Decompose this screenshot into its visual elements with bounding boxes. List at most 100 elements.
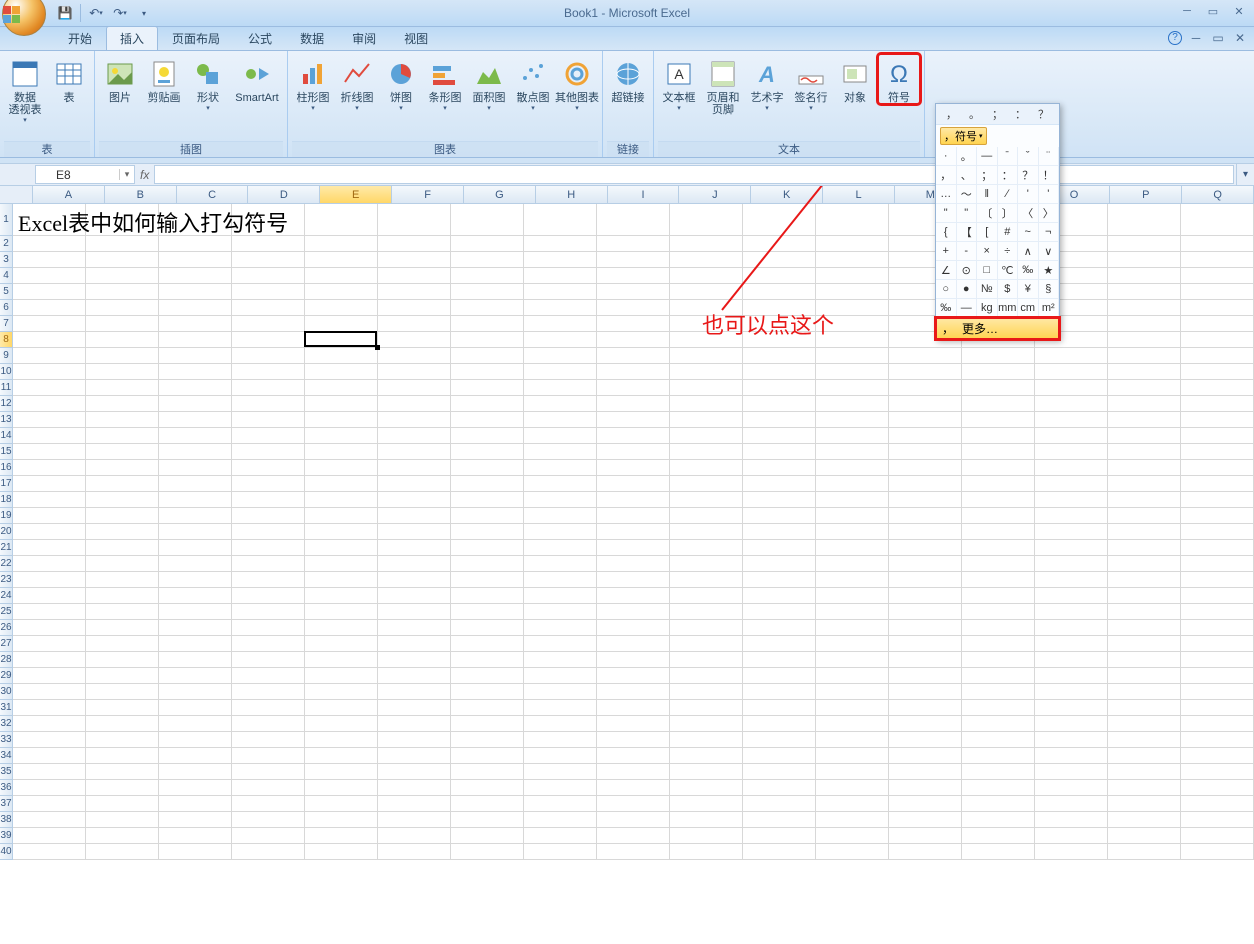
cell[interactable] (670, 572, 743, 588)
cell[interactable] (816, 828, 889, 844)
cell[interactable] (962, 396, 1035, 412)
symbol-cell[interactable]: ˉ (998, 147, 1019, 166)
cell[interactable] (524, 428, 597, 444)
cell[interactable] (1108, 396, 1181, 412)
cell[interactable] (524, 684, 597, 700)
cell[interactable] (1108, 236, 1181, 252)
cell[interactable] (232, 684, 305, 700)
cell[interactable] (1108, 684, 1181, 700)
row-header-22[interactable]: 22 (0, 556, 13, 572)
cell[interactable] (1108, 268, 1181, 284)
cell[interactable] (524, 780, 597, 796)
cell[interactable] (743, 764, 816, 780)
cell[interactable] (305, 444, 378, 460)
cell[interactable] (816, 684, 889, 700)
cell[interactable] (524, 204, 597, 236)
symbol-cell[interactable]: ¬ (1039, 223, 1060, 242)
cell[interactable] (305, 460, 378, 476)
cell[interactable] (1181, 556, 1254, 572)
cell[interactable] (159, 364, 232, 380)
cell[interactable] (13, 668, 86, 684)
row-header-20[interactable]: 20 (0, 524, 13, 540)
cell[interactable] (889, 348, 962, 364)
cell[interactable] (13, 524, 86, 540)
cell[interactable] (1181, 508, 1254, 524)
cell[interactable] (305, 300, 378, 316)
cell[interactable] (86, 556, 159, 572)
cell[interactable] (1181, 572, 1254, 588)
cell[interactable] (86, 444, 159, 460)
cell[interactable] (524, 268, 597, 284)
symbol-cell[interactable]: … (936, 185, 957, 204)
cell[interactable] (451, 252, 524, 268)
cell[interactable] (743, 540, 816, 556)
cell[interactable] (86, 460, 159, 476)
cell[interactable] (159, 492, 232, 508)
cell[interactable] (378, 604, 451, 620)
symbol-cell[interactable]: ‰ (1018, 261, 1039, 280)
cell[interactable] (86, 236, 159, 252)
symbol-cell[interactable]: 〕 (998, 204, 1019, 223)
cell[interactable] (451, 412, 524, 428)
cell[interactable] (13, 828, 86, 844)
cell[interactable] (743, 444, 816, 460)
cell[interactable] (816, 236, 889, 252)
cell[interactable] (816, 396, 889, 412)
ribbon-sym-button[interactable]: Ω符号 (878, 54, 920, 104)
cell[interactable] (962, 460, 1035, 476)
cell[interactable] (597, 348, 670, 364)
cell[interactable] (670, 588, 743, 604)
cell[interactable] (378, 284, 451, 300)
cell[interactable] (597, 380, 670, 396)
symbol-cell[interactable]: m² (1039, 299, 1060, 318)
ribbon-obj-button[interactable]: 对象 (834, 54, 876, 104)
cell[interactable] (232, 444, 305, 460)
row-header-6[interactable]: 6 (0, 300, 13, 316)
cell[interactable] (1181, 252, 1254, 268)
cell[interactable] (670, 460, 743, 476)
cell[interactable] (1108, 652, 1181, 668)
row-header-19[interactable]: 19 (0, 508, 13, 524)
symbol-cell[interactable]: ¥ (1018, 280, 1039, 299)
cell[interactable] (86, 572, 159, 588)
cell[interactable] (1035, 844, 1108, 860)
cell[interactable] (889, 428, 962, 444)
cell[interactable] (597, 300, 670, 316)
fx-button[interactable]: fx (140, 168, 149, 182)
cell[interactable] (378, 796, 451, 812)
cell[interactable] (1035, 508, 1108, 524)
ribbon-table-button[interactable]: 表 (48, 54, 90, 104)
cell[interactable] (451, 700, 524, 716)
cell[interactable] (1181, 204, 1254, 236)
cell[interactable] (597, 700, 670, 716)
row-header-18[interactable]: 18 (0, 492, 13, 508)
cell[interactable] (378, 492, 451, 508)
qat-customize[interactable]: ▾ (133, 2, 155, 24)
cell[interactable] (597, 252, 670, 268)
symbol-cell[interactable]: ？ (1018, 166, 1039, 185)
cell[interactable] (524, 524, 597, 540)
symbol-cell[interactable]: 〉 (1039, 204, 1060, 223)
cell[interactable] (1108, 748, 1181, 764)
cell[interactable] (1108, 492, 1181, 508)
col-header-P[interactable]: P (1110, 186, 1182, 203)
cell[interactable] (597, 396, 670, 412)
cell[interactable] (1181, 380, 1254, 396)
cell[interactable] (378, 764, 451, 780)
cell[interactable] (1108, 524, 1181, 540)
cell[interactable] (159, 300, 232, 316)
cell[interactable] (889, 604, 962, 620)
cell[interactable] (86, 380, 159, 396)
cell[interactable] (816, 524, 889, 540)
row-header-31[interactable]: 31 (0, 700, 13, 716)
cell[interactable] (305, 844, 378, 860)
row-header-24[interactable]: 24 (0, 588, 13, 604)
cell[interactable] (1108, 764, 1181, 780)
cell[interactable] (889, 796, 962, 812)
cell[interactable] (597, 236, 670, 252)
symbol-cell[interactable]: ∨ (1039, 242, 1060, 261)
cell[interactable] (597, 364, 670, 380)
cell[interactable] (743, 684, 816, 700)
cell[interactable] (378, 620, 451, 636)
cell[interactable] (378, 476, 451, 492)
